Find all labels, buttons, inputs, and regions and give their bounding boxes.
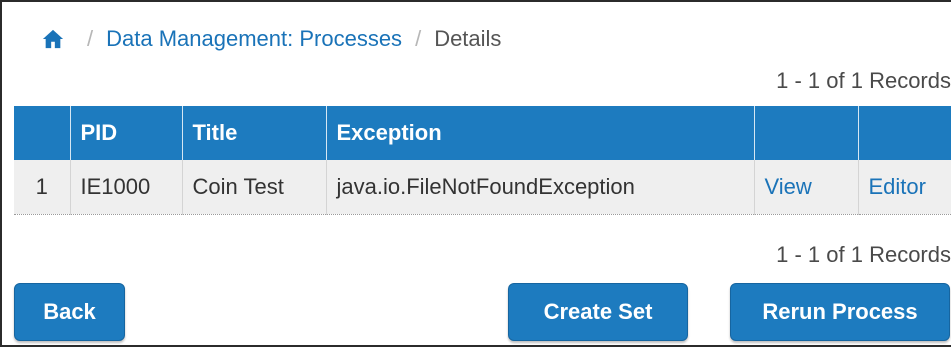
breadcrumb-link-processes[interactable]: Data Management: Processes	[106, 26, 402, 52]
column-header-exception[interactable]: Exception	[326, 106, 755, 160]
home-icon[interactable]	[42, 28, 64, 50]
column-header-view	[754, 106, 859, 160]
column-header-pid[interactable]: PID	[70, 106, 183, 160]
rerun-process-button[interactable]: Rerun Process	[730, 283, 950, 341]
create-set-button[interactable]: Create Set	[508, 283, 688, 341]
records-count-bottom: 1 - 1 of 1 Records	[776, 242, 951, 267]
exceptions-table: PID Title Exception 1 IE1000 Coin Test j…	[14, 106, 951, 215]
view-link[interactable]: View	[754, 160, 859, 215]
breadcrumb-separator: /	[415, 26, 422, 51]
breadcrumb: / Data Management: Processes / Details	[42, 24, 501, 54]
row-title: Coin Test	[182, 160, 327, 215]
breadcrumb-current: Details	[434, 26, 502, 51]
column-header-title[interactable]: Title	[182, 106, 327, 160]
breadcrumb-separator: /	[87, 26, 94, 51]
records-count-top: 1 - 1 of 1 Records	[776, 68, 951, 93]
column-header-index	[14, 106, 71, 160]
row-pid: IE1000	[70, 160, 183, 215]
table-row: 1 IE1000 Coin Test java.io.FileNotFoundE…	[14, 160, 951, 215]
column-header-editor	[858, 106, 951, 160]
editor-link[interactable]: Editor	[858, 160, 951, 215]
table-header-row: PID Title Exception	[14, 106, 951, 160]
row-exception: java.io.FileNotFoundException	[326, 160, 755, 215]
back-button[interactable]: Back	[14, 283, 125, 341]
page-frame: / Data Management: Processes / Details 1…	[0, 0, 951, 347]
row-index: 1	[14, 160, 71, 215]
